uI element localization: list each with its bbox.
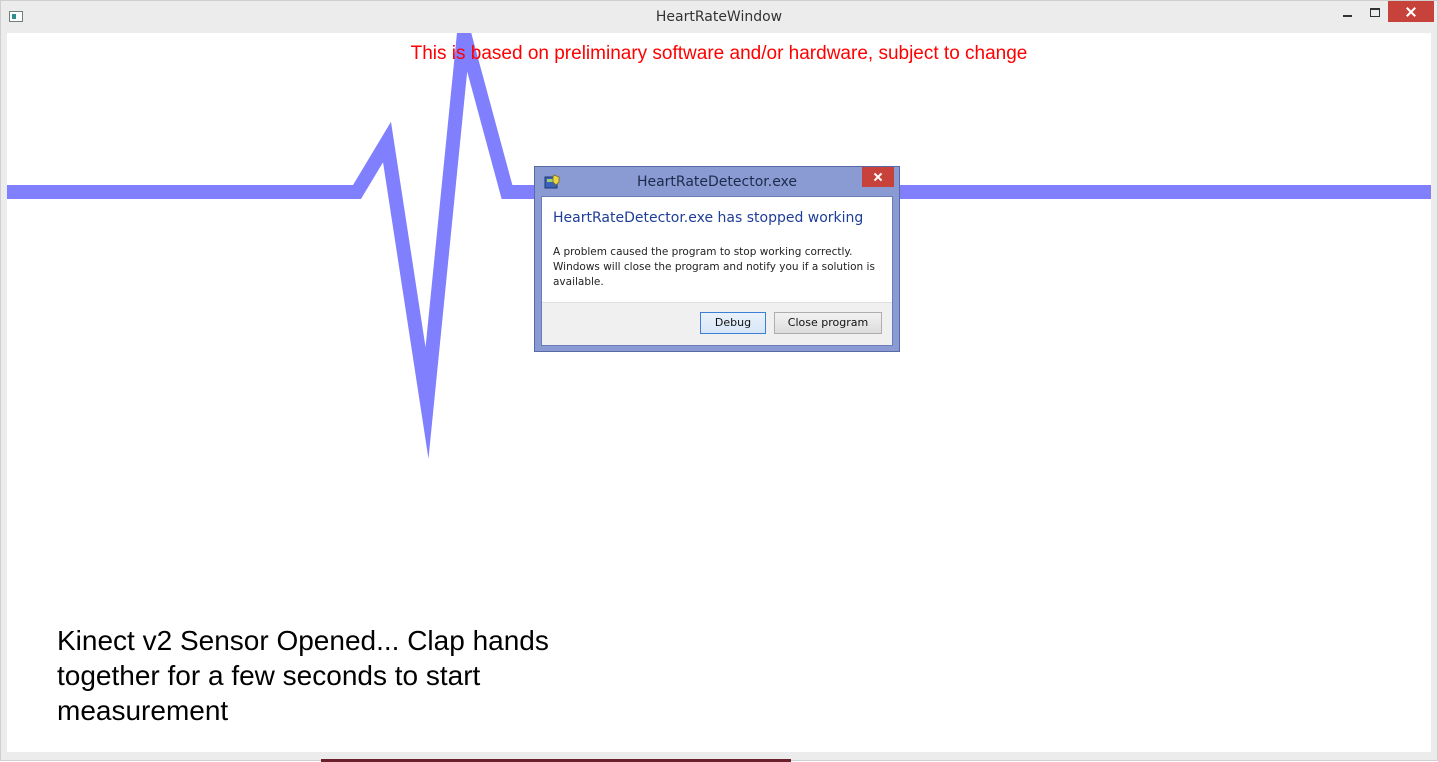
dialog-message: A problem caused the program to stop wor… xyxy=(553,246,875,288)
maximize-button[interactable] xyxy=(1361,1,1388,25)
close-program-button[interactable]: Close program xyxy=(774,312,882,334)
dialog-heading: HeartRateDetector.exe has stopped workin… xyxy=(553,210,864,226)
dialog-close-button[interactable] xyxy=(862,167,894,187)
close-window-button[interactable] xyxy=(1388,1,1434,22)
title-bar[interactable]: HeartRateWindow xyxy=(1,1,1437,33)
heartbeat-waveform xyxy=(7,33,1431,459)
preliminary-disclaimer: This is based on preliminary software an… xyxy=(410,43,1028,64)
heart-rate-window: HeartRateWindow This is based on prelimi… xyxy=(0,0,1438,762)
window-title: HeartRateWindow xyxy=(655,9,783,25)
debug-button[interactable]: Debug xyxy=(700,312,766,334)
dialog-footer: Debug Close program xyxy=(542,302,892,345)
error-dialog: HeartRateDetector.exe HeartRateDetector.… xyxy=(534,166,900,352)
dialog-body: HeartRateDetector.exe has stopped workin… xyxy=(541,196,893,346)
client-area: This is based on preliminary software an… xyxy=(7,33,1431,752)
minimize-button[interactable] xyxy=(1334,1,1361,25)
dialog-title: HeartRateDetector.exe xyxy=(636,174,798,190)
